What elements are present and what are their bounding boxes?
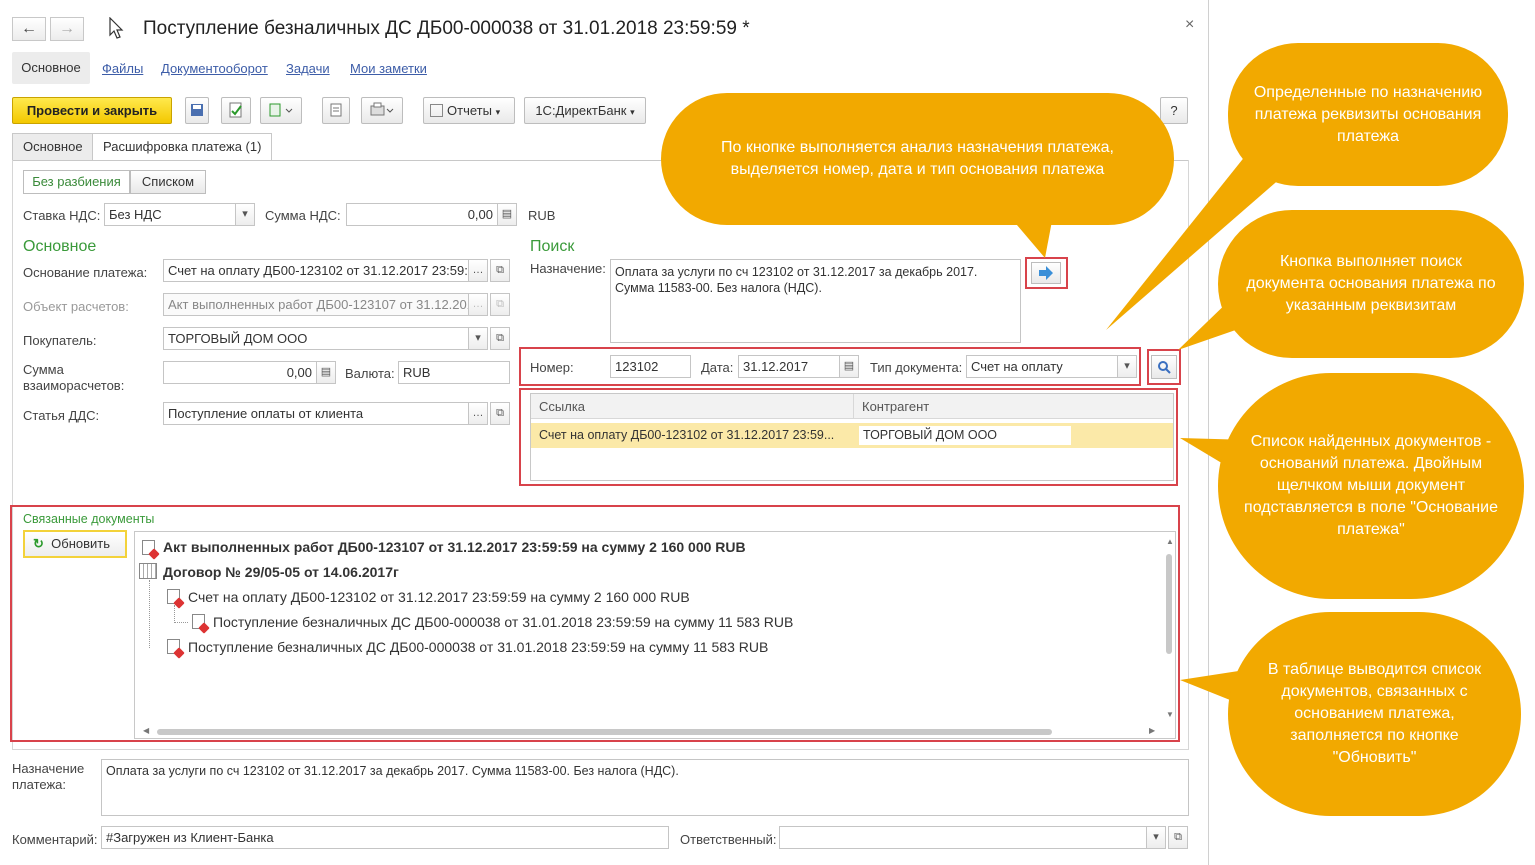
- callout-analyze: По кнопке выполняется анализ назначения …: [661, 93, 1174, 225]
- callout-search-button: Кнопка выполняет поиск документа основан…: [1218, 210, 1524, 358]
- callout-related-table: В таблице выводится список документов, с…: [1228, 612, 1521, 816]
- callout-requisites: Определенные по назначению платежа рекви…: [1228, 43, 1508, 186]
- callout-found-list: Список найденных документов - оснований …: [1218, 373, 1524, 599]
